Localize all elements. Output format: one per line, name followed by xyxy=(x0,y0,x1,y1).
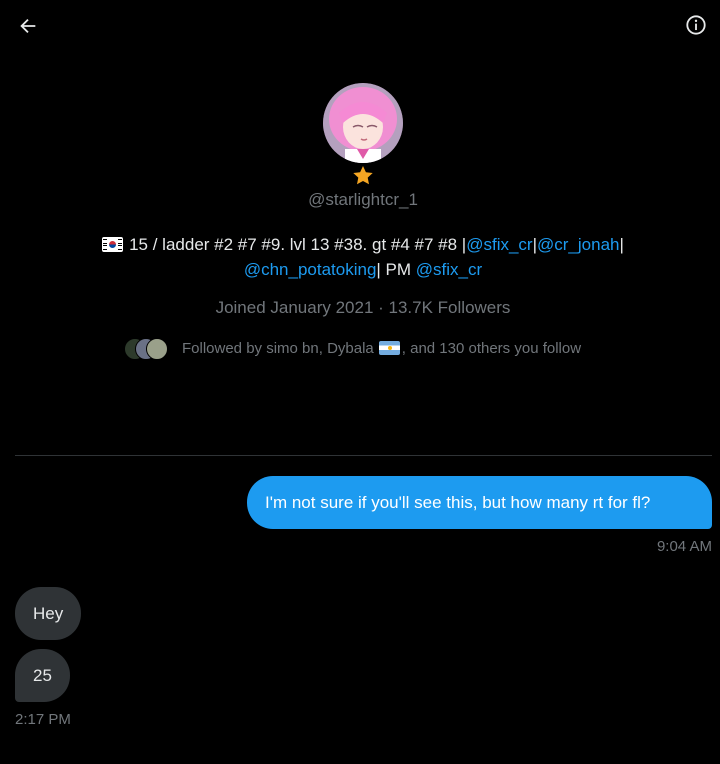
bio-mention-sfix-pm[interactable]: @sfix_cr xyxy=(416,260,482,279)
divider xyxy=(15,455,712,456)
avatar-image xyxy=(323,83,403,163)
followed-by-text: Followed by simo bn, Dybala xyxy=(182,339,374,357)
bio-separator: | xyxy=(619,235,624,254)
profile-bio: 15 / ladder #2 #7 #9. lvl 13 #38. gt #4 … xyxy=(60,232,666,282)
incoming-message[interactable]: Hey xyxy=(15,587,82,640)
message-timestamp: 9:04 AM xyxy=(656,538,712,555)
message-text: 25 xyxy=(33,665,52,685)
incoming-message[interactable]: 25 xyxy=(15,649,70,702)
bio-text: | PM xyxy=(376,260,416,279)
message-timestamp: 2:17 PM xyxy=(15,711,71,728)
south-korea-flag-icon xyxy=(102,237,124,252)
argentina-flag-icon xyxy=(378,341,400,355)
back-button[interactable] xyxy=(14,12,42,40)
star-icon xyxy=(350,163,376,189)
bio-mention-chn-potatoking[interactable]: @chn_potatoking xyxy=(244,260,377,279)
followed-by-row[interactable]: Followed by simo bn, Dybala , and 130 ot… xyxy=(124,336,581,360)
outgoing-message[interactable]: I'm not sure if you'll see this, but how… xyxy=(247,476,712,529)
message-text: I'm not sure if you'll see this, but how… xyxy=(265,492,651,512)
arrow-left-icon xyxy=(20,18,36,34)
info-icon xyxy=(686,15,706,35)
followed-by-suffix: , and 130 others you follow xyxy=(401,339,582,357)
profile-avatar[interactable] xyxy=(323,83,403,163)
joined-followers: Joined January 2021 · 13.7K Followers xyxy=(215,298,511,317)
avatar xyxy=(146,338,168,360)
follower-avatars xyxy=(124,338,168,360)
bio-mention-cr-jonah[interactable]: @cr_jonah xyxy=(537,235,619,254)
bio-text: 15 / ladder #2 #7 #9. lvl 13 #38. gt #4 … xyxy=(129,235,467,254)
conversation-info-button[interactable] xyxy=(684,13,708,37)
bio-mention-sfix[interactable]: @sfix_cr xyxy=(466,235,532,254)
message-text: Hey xyxy=(33,603,64,623)
profile-handle[interactable]: @starlightcr_1 xyxy=(0,190,720,210)
